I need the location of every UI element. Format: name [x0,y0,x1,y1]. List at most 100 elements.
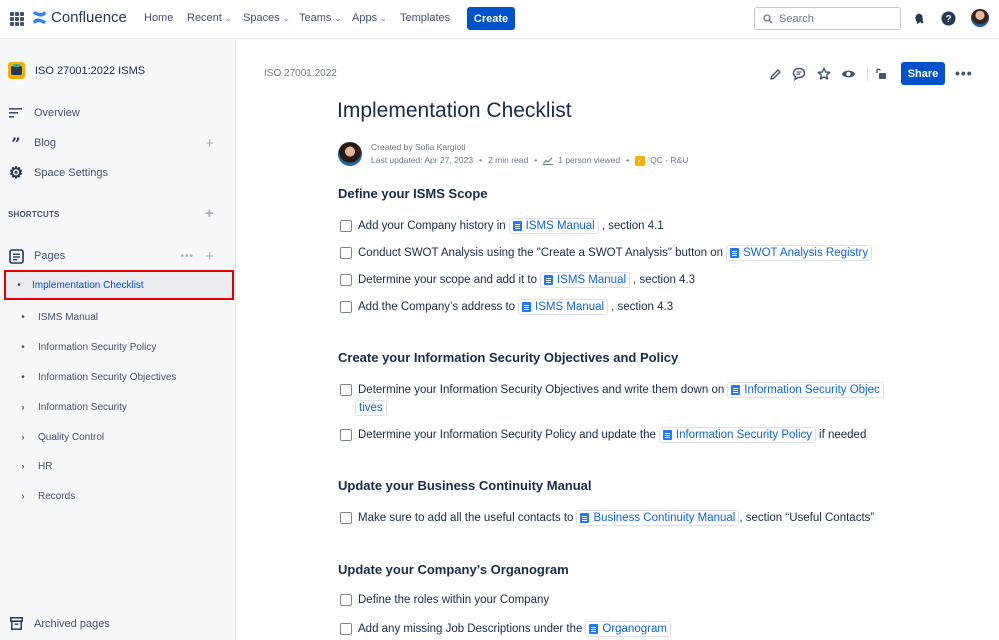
edit-icon[interactable] [767,66,783,82]
page-link[interactable]: ISMS Manual [508,218,599,234]
task-text: Define the roles within your Company [358,594,550,606]
breadcrumb[interactable]: ISO 27001:2022 [264,68,337,79]
add-page-icon[interactable]: + [205,249,214,264]
bullet-icon: • [21,341,25,353]
chevron-right-icon[interactable]: › [8,432,38,442]
page-link[interactable]: Information Security Policy [658,427,817,443]
nav-teams[interactable]: Teams ⌄ [299,12,341,24]
page-tree-item-information-security-policy[interactable]: • Information Security Policy [8,332,234,362]
archived-pages-label: Archived pages [34,617,110,630]
chevron-right-icon[interactable]: › [8,402,38,412]
task-checkbox[interactable] [340,220,352,232]
section-heading: Update your Company’s Organogram [338,562,569,577]
chevron-right-icon[interactable]: › [8,491,38,501]
created-by[interactable]: Created by Sofia Kargioti [371,141,688,154]
analytics-icon [543,157,554,165]
more-actions-icon[interactable]: ••• [955,66,973,80]
page-link[interactable]: Organogram [585,621,671,637]
top-navigation: Confluence Home Recent ⌄ Spaces ⌄ Teams ⌄ A… [0,0,999,39]
watch-icon[interactable] [840,66,856,82]
page-link[interactable]: SWOT Analysis Registry [726,245,873,261]
task-checkbox[interactable] [340,301,352,313]
confluence-logo[interactable]: Confluence [32,9,127,26]
sidebar-item-archived-pages[interactable]: Archived pages [8,617,110,630]
page-tree-item-isms-manual[interactable]: • ISMS Manual [8,302,234,332]
task-checkbox[interactable] [340,512,352,524]
last-updated[interactable]: Last updated: Apr 27, 2023 [371,154,473,167]
page-link-label: tives [359,402,383,414]
product-name: Confluence [51,9,127,26]
page-tree-item-label: Information Security [38,401,127,413]
nav-templates[interactable]: Templates [400,12,450,24]
space-name: ISO 27001:2022 ISMS [35,64,146,77]
quote-icon: ” [11,133,21,153]
sidebar-item-blog[interactable]: ” Blog + [8,133,228,153]
task-checkbox[interactable] [340,247,352,259]
task-text: , section 4.3 [611,301,674,313]
section-heading: Create your Information Security Objecti… [338,350,679,365]
shortcuts-heading: SHORTCUTS + [8,206,228,221]
help-icon[interactable]: ? [940,10,956,26]
page-link[interactable]: Business Continuity Manual [576,510,740,526]
create-button[interactable]: Create [467,7,515,30]
add-shortcut-icon[interactable]: + [205,206,214,221]
share-button[interactable]: Share [901,62,945,85]
page-icon [512,221,522,231]
nav-home[interactable]: Home [144,12,173,24]
page-icon [580,513,590,523]
search-icon [763,13,773,23]
app-switcher-icon[interactable] [10,12,24,26]
page-tree-item-records[interactable]: › Records [8,481,234,511]
space-header[interactable]: ISO 27001:2022 ISMS [8,62,145,79]
page-link[interactable]: ISMS Manual [540,272,631,288]
section-heading: Define your ISMS Scope [338,186,488,201]
sidebar-item-overview[interactable]: Overview [8,105,228,121]
page-byline: Created by Sofia Kargioti Last updated: … [338,141,688,167]
page-label[interactable]: QC - R&U [650,154,688,167]
sidebar-item-label: Pages [34,250,66,262]
page-link-label: ISMS Manual [557,274,627,286]
task-item: Determine your Information Security Poli… [340,427,866,443]
breadcrumb-item[interactable]: ISO 27001:2022 [264,68,337,79]
page-tree-item-implementation-checklist[interactable]: • Implementation Checklist [4,270,234,300]
nav-apps[interactable]: Apps ⌄ [352,12,387,24]
profile-avatar[interactable] [971,9,989,27]
task-text: Add the Company’s address to [358,301,516,313]
task-checkbox[interactable] [340,429,352,441]
page-tree-item-hr[interactable]: › HR [8,451,234,481]
nav-spaces-label: Spaces [243,12,280,24]
task-text: Make sure to add all the useful contacts… [358,512,574,524]
page-link[interactable]: Information Security Objec [727,382,884,398]
search-input[interactable]: Search [754,7,901,30]
task-item: Define the roles within your Company [340,594,549,606]
page-link[interactable]: tives [355,400,387,416]
author-avatar[interactable] [338,142,362,166]
page-tree-item-information-security-objectives[interactable]: • Information Security Objectives [8,362,234,392]
nav-spaces[interactable]: Spaces ⌄ [243,12,289,24]
comment-icon[interactable] [791,66,807,82]
chevron-right-icon[interactable]: › [8,461,38,471]
task-checkbox[interactable] [340,623,352,635]
sidebar-item-label: Blog [34,137,57,149]
task-text: Determine your Information Security Obje… [358,384,725,396]
add-blog-icon[interactable]: + [205,136,214,151]
nav-templates-label: Templates [400,12,451,24]
confluence-logo-icon [32,10,47,25]
more-options-icon[interactable]: ••• [180,251,194,262]
page-views[interactable]: 1 person viewed [558,154,620,167]
star-icon[interactable] [816,66,832,82]
page-tree-item-label: ISMS Manual [38,311,99,323]
task-checkbox[interactable] [340,384,352,396]
page-link-label: Information Security Policy [675,429,813,441]
nav-recent[interactable]: Recent ⌄ [187,12,232,24]
sidebar-item-pages[interactable]: Pages ••• + [8,248,228,264]
page-link[interactable]: ISMS Manual [518,299,609,315]
restrictions-unlocked-icon[interactable] [873,66,889,82]
task-text: Conduct SWOT Analysis using the "Create … [358,247,724,259]
task-checkbox[interactable] [340,594,352,606]
sidebar-item-space-settings[interactable]: ⚙ Space Settings [8,165,228,182]
page-tree-item-information-security[interactable]: › Information Security [8,392,234,422]
page-tree-item-quality-control[interactable]: › Quality Control [8,422,234,452]
task-checkbox[interactable] [340,274,352,286]
notifications-icon[interactable] [911,10,927,26]
